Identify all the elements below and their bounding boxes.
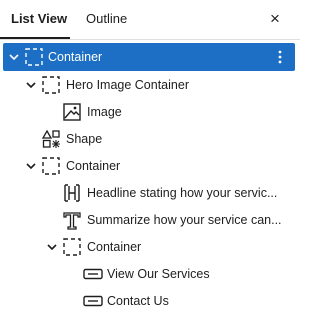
tree-item-label: Hero Image Container — [66, 78, 189, 92]
tree-item-label: Container — [87, 240, 142, 254]
list-view-tabs: List View Outline × — [0, 0, 300, 40]
button-icon — [83, 295, 103, 307]
container-icon — [63, 238, 81, 256]
image-icon — [63, 103, 81, 121]
container-icon — [42, 76, 60, 94]
tree-item-label: Summarize how your service can... — [87, 213, 282, 227]
chevron-down-icon[interactable] — [24, 78, 38, 92]
tree-item-container[interactable]: Container — [3, 43, 295, 71]
tree-item-label: View Our Services — [107, 267, 210, 281]
tabs-divider — [0, 39, 300, 40]
tree-item-button-view-services[interactable]: View Our Services — [0, 260, 300, 288]
tree-item-text[interactable]: Summarize how your service can... — [0, 206, 300, 234]
chevron-down-icon[interactable] — [24, 159, 38, 173]
tree-item-label: Container — [66, 159, 121, 173]
chevron-down-icon[interactable] — [45, 240, 59, 254]
tree-item-container[interactable]: Container — [0, 233, 300, 261]
shape-icon — [41, 129, 60, 148]
tree-item-container[interactable]: Container — [0, 152, 300, 180]
button-icon — [83, 268, 103, 280]
tab-outline[interactable]: Outline — [86, 0, 127, 38]
tree-item-shape[interactable]: Shape — [0, 125, 300, 153]
tree-item-headline[interactable]: Headline stating how your servic... — [0, 179, 300, 207]
container-icon — [42, 157, 60, 175]
tree-item-label: Headline stating how your servic... — [87, 186, 278, 200]
close-icon[interactable]: × — [266, 9, 284, 29]
headline-icon — [64, 184, 80, 202]
tab-list-view[interactable]: List View — [11, 0, 67, 38]
tree-item-button-contact-us[interactable]: Contact Us — [0, 287, 300, 315]
tree-item-label: Image — [87, 105, 122, 119]
tree-item-label: Contact Us — [107, 294, 169, 308]
tree-item-label: Shape — [66, 132, 103, 146]
tree-item-image[interactable]: Image — [0, 98, 300, 126]
options-kebab-icon[interactable] — [275, 49, 285, 65]
chevron-down-icon[interactable] — [7, 50, 21, 64]
text-icon — [63, 212, 81, 230]
tree-item-label: Container — [48, 50, 103, 64]
container-icon — [25, 48, 43, 66]
tree-item-hero-image-container[interactable]: Hero Image Container — [0, 71, 300, 99]
